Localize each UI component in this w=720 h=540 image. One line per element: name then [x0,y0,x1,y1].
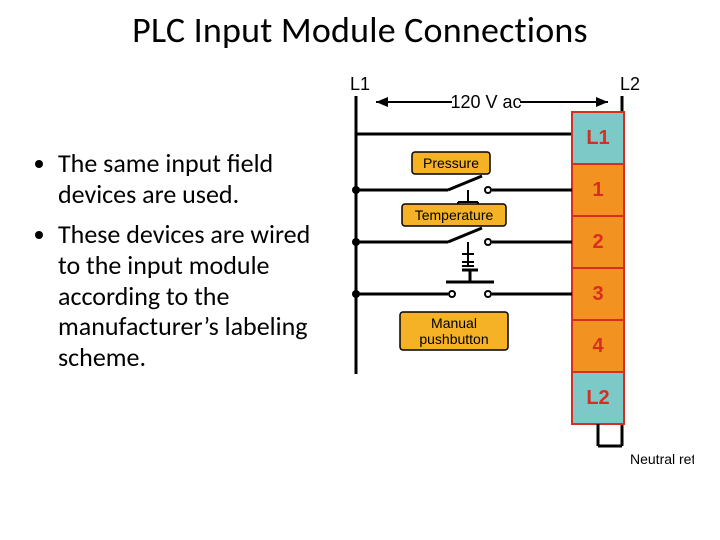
slot-label: 4 [592,335,604,357]
pushbutton-branch: Manual pushbutton [352,270,572,350]
voltage-label: 120 V ac [450,92,521,112]
slot-label: 3 [592,283,603,305]
device-label: Temperature [415,207,494,223]
rail-right-label: L2 [620,74,640,94]
device-label: Pressure [423,155,479,171]
slot-label: 2 [592,231,603,253]
neutral-label: Neutral return [630,451,694,467]
svg-text:Manual: Manual [431,315,477,331]
list-item: The same input field devices are used. [58,148,332,209]
neutral-return: Neutral return [598,424,694,467]
temperature-branch: Temperature [352,204,572,266]
plc-diagram: L1 L2 120 V ac L1 1 2 3 4 [320,72,694,482]
pressure-branch: Pressure [352,152,572,212]
list-item: These devices are wired to the input mod… [58,219,332,372]
svg-text:pushbutton: pushbutton [419,331,488,347]
slot-label: L1 [586,127,609,149]
bullet-list: The same input field devices are used. T… [36,148,332,383]
slot-label: L2 [586,387,609,409]
page-title: PLC Input Module Connections [0,8,720,52]
input-module: L1 1 2 3 4 L2 [572,112,624,424]
rail-left-label: L1 [350,74,370,94]
slot-label: 1 [592,179,603,201]
